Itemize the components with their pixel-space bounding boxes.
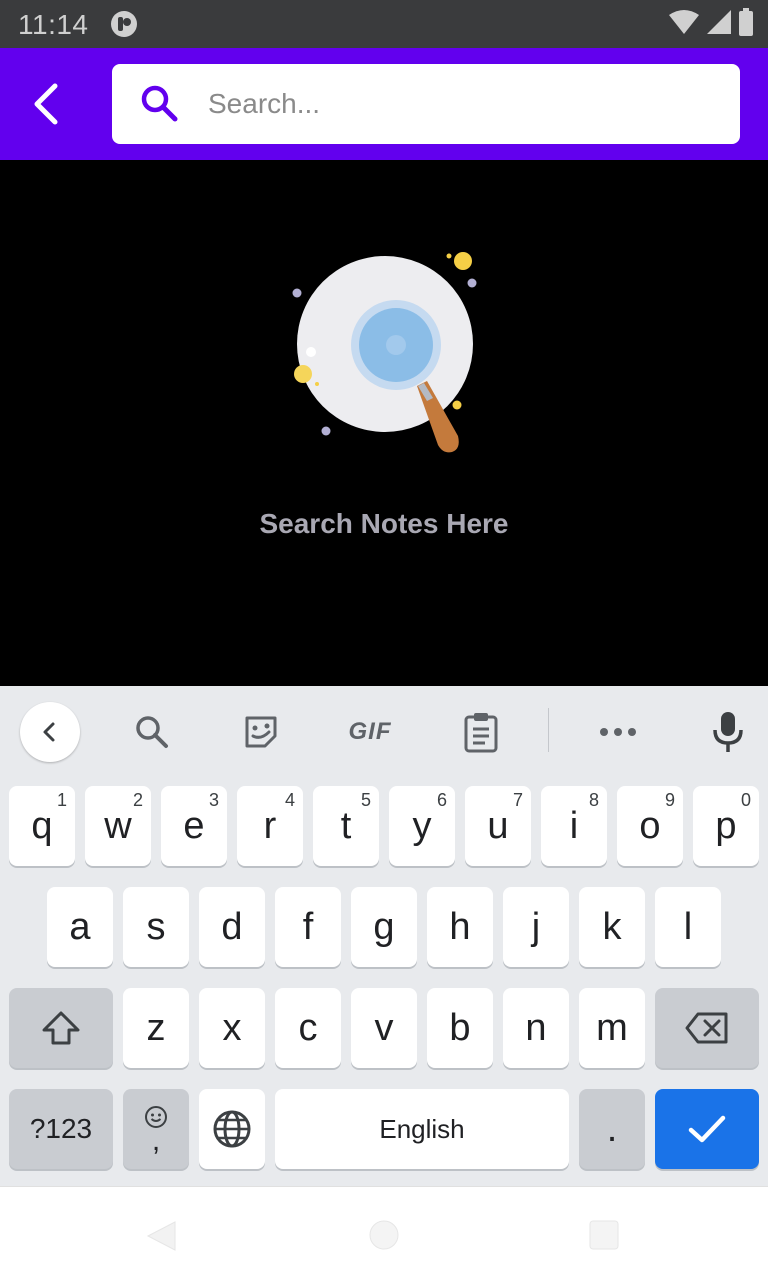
symbols-key[interactable]: ?123 bbox=[9, 1089, 113, 1169]
keyboard-collapse-button[interactable] bbox=[20, 702, 80, 762]
empty-state-message: Search Notes Here bbox=[259, 508, 509, 539]
key-hint: 9 bbox=[664, 790, 675, 810]
nav-back-button[interactable] bbox=[144, 1219, 178, 1258]
key-u[interactable]: u7 bbox=[465, 786, 531, 866]
circle-home-icon bbox=[369, 1220, 399, 1250]
key-hint: 4 bbox=[284, 790, 295, 810]
enter-key[interactable] bbox=[655, 1089, 759, 1169]
search-input[interactable] bbox=[208, 78, 708, 130]
key-i[interactable]: i8 bbox=[541, 786, 607, 866]
search-box[interactable] bbox=[112, 64, 740, 144]
key-t[interactable]: t5 bbox=[313, 786, 379, 866]
search-illustration bbox=[284, 244, 484, 464]
emoji-comma-key[interactable]: , bbox=[123, 1089, 189, 1169]
clipboard-icon bbox=[464, 713, 498, 753]
status-icons bbox=[668, 7, 754, 41]
key-hint: 7 bbox=[512, 790, 523, 810]
triangle-back-icon bbox=[146, 1221, 176, 1251]
key-c[interactable]: c bbox=[275, 988, 341, 1068]
space-key[interactable]: English bbox=[275, 1089, 569, 1169]
key-hint: 6 bbox=[436, 790, 447, 810]
key-label: t bbox=[340, 804, 352, 847]
check-icon bbox=[688, 1115, 726, 1143]
shift-key[interactable] bbox=[9, 988, 113, 1068]
key-b[interactable]: b bbox=[427, 988, 493, 1068]
key-f[interactable]: f bbox=[275, 887, 341, 967]
key-label: w bbox=[104, 804, 132, 847]
key-d[interactable]: d bbox=[199, 887, 265, 967]
key-hint: 0 bbox=[740, 790, 751, 810]
key-label: y bbox=[412, 804, 432, 847]
chevron-left-icon bbox=[43, 722, 55, 742]
language-key[interactable] bbox=[199, 1089, 265, 1169]
key-w[interactable]: w2 bbox=[85, 786, 151, 866]
key-k[interactable]: k bbox=[579, 887, 645, 967]
signal-icon bbox=[706, 9, 732, 40]
keyboard-toolbar: GIF bbox=[0, 686, 768, 776]
globe-icon bbox=[213, 1110, 251, 1148]
wifi-icon bbox=[668, 9, 700, 40]
clipboard-button[interactable] bbox=[451, 702, 511, 762]
key-x[interactable]: x bbox=[199, 988, 265, 1068]
backspace-icon bbox=[685, 1012, 728, 1044]
gif-button[interactable]: GIF bbox=[340, 702, 400, 762]
key-y[interactable]: y6 bbox=[389, 786, 455, 866]
key-hint: 5 bbox=[360, 790, 371, 810]
on-screen-keyboard: GIF q1 w2 e3 r4 t5 y6 u7 i8 o9 p0 a s d … bbox=[0, 686, 768, 1186]
search-icon bbox=[136, 716, 168, 748]
toolbar-divider bbox=[548, 708, 549, 752]
voice-input-button[interactable] bbox=[698, 702, 758, 762]
nav-recents-button[interactable] bbox=[588, 1219, 620, 1256]
microphone-icon bbox=[713, 712, 743, 752]
nav-home-button[interactable] bbox=[368, 1219, 400, 1256]
key-label: o bbox=[639, 804, 661, 847]
sticker-icon bbox=[245, 716, 277, 748]
key-a[interactable]: a bbox=[47, 887, 113, 967]
key-l[interactable]: l bbox=[655, 887, 721, 967]
key-hint: 3 bbox=[208, 790, 219, 810]
key-label: u bbox=[487, 804, 509, 847]
key-s[interactable]: s bbox=[123, 887, 189, 967]
key-label: e bbox=[183, 804, 205, 847]
more-horizontal-icon bbox=[600, 728, 636, 736]
status-time: 11:14 bbox=[18, 9, 89, 40]
search-results-area: Search Notes Here bbox=[0, 160, 768, 686]
keyboard-search-button[interactable] bbox=[122, 702, 182, 762]
key-v[interactable]: v bbox=[351, 988, 417, 1068]
key-label: i bbox=[569, 804, 579, 847]
key-h[interactable]: h bbox=[427, 887, 493, 967]
key-m[interactable]: m bbox=[579, 988, 645, 1068]
key-n[interactable]: n bbox=[503, 988, 569, 1068]
period-key[interactable]: . bbox=[579, 1089, 645, 1169]
key-o[interactable]: o9 bbox=[617, 786, 683, 866]
key-g[interactable]: g bbox=[351, 887, 417, 967]
chevron-left-icon bbox=[34, 83, 58, 125]
key-hint: 2 bbox=[132, 790, 143, 810]
key-label: q bbox=[31, 804, 53, 847]
key-z[interactable]: z bbox=[123, 988, 189, 1068]
key-hint: 1 bbox=[56, 790, 67, 810]
key-hint: 8 bbox=[588, 790, 599, 810]
key-e[interactable]: e3 bbox=[161, 786, 227, 866]
navigation-bar bbox=[0, 1186, 768, 1280]
key-r[interactable]: r4 bbox=[237, 786, 303, 866]
comma-label: , bbox=[151, 1124, 161, 1157]
app-bar bbox=[0, 48, 768, 160]
status-bar: 11:14 bbox=[0, 0, 768, 48]
sticker-button[interactable] bbox=[231, 702, 291, 762]
app-notification-icon bbox=[110, 10, 138, 38]
key-label: r bbox=[263, 804, 277, 847]
battery-icon bbox=[738, 7, 754, 41]
back-button[interactable] bbox=[18, 72, 74, 136]
more-options-button[interactable] bbox=[588, 702, 648, 762]
key-q[interactable]: q1 bbox=[9, 786, 75, 866]
key-label: p bbox=[715, 804, 737, 847]
key-p[interactable]: p0 bbox=[693, 786, 759, 866]
key-j[interactable]: j bbox=[503, 887, 569, 967]
square-recents-icon bbox=[589, 1220, 619, 1250]
shift-icon bbox=[42, 1011, 80, 1045]
backspace-key[interactable] bbox=[655, 988, 759, 1068]
search-icon bbox=[138, 82, 182, 126]
